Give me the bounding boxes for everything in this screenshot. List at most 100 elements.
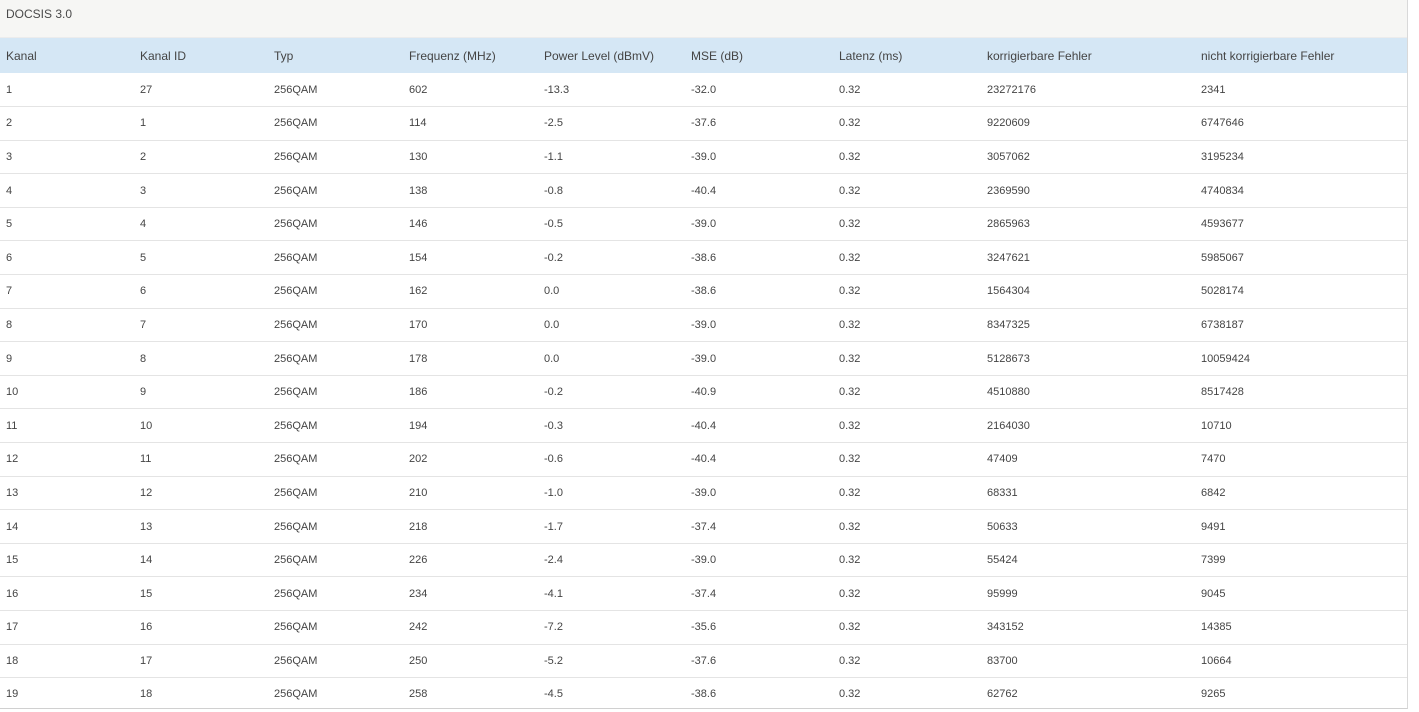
cell-power-level: -0.2: [544, 386, 563, 399]
cell-korrigierbare-fehler: 4510880: [987, 386, 1030, 399]
table-row: 10 9 256QAM 186 -0.2 -40.9 0.32 4510880 8517428: [0, 375, 1407, 409]
cell-kanal: 3: [6, 150, 13, 163]
cell-typ: 256QAM: [274, 251, 318, 264]
cell-korrigierbare-fehler: 9220609: [987, 117, 1030, 130]
cell-mse: -40.4: [691, 184, 717, 197]
table-row: 7 6 256QAM 162 0.0 -38.6 0.32 1564304 5028174: [0, 275, 1407, 309]
cell-korrigierbare-fehler: 2164030: [987, 419, 1030, 432]
cell-korrigierbare-fehler: 68331: [987, 486, 1018, 499]
cell-power-level: -13.3: [544, 83, 570, 96]
cell-kanal-id: 14: [140, 554, 153, 567]
cell-kanal-id: 6: [140, 285, 147, 298]
cell-kanal: 17: [6, 621, 19, 634]
cell-typ: 256QAM: [274, 688, 318, 701]
cell-power-level: -2.5: [544, 117, 563, 130]
cell-typ: 256QAM: [274, 218, 318, 231]
table-row: 14 13 256QAM 218 -1.7 -37.4 0.32 50633 9491: [0, 510, 1407, 544]
cell-nicht-korrigierbare-fehler: 9045: [1201, 587, 1226, 600]
cell-latenz: 0.32: [839, 83, 861, 96]
cell-mse: -32.0: [691, 83, 717, 96]
cell-power-level: -0.8: [544, 184, 563, 197]
cell-kanal-id: 2: [140, 150, 147, 163]
cell-kanal: 18: [6, 654, 19, 667]
cell-kanal: 8: [6, 318, 13, 331]
cell-nicht-korrigierbare-fehler: 6747646: [1201, 117, 1244, 130]
cell-typ: 256QAM: [274, 150, 318, 163]
cell-power-level: -7.2: [544, 621, 563, 634]
table-row: 12 11 256QAM 202 -0.6 -40.4 0.32 47409 7470: [0, 443, 1407, 477]
cell-typ: 256QAM: [274, 453, 318, 466]
cell-mse: -35.6: [691, 621, 717, 634]
cell-typ: 256QAM: [274, 184, 318, 197]
table-row: 19 18 256QAM 258 -4.5 -38.6 0.32 62762 9265: [0, 678, 1407, 708]
cell-nicht-korrigierbare-fehler: 10059424: [1201, 352, 1250, 365]
cell-typ: 256QAM: [274, 419, 318, 432]
cell-korrigierbare-fehler: 1564304: [987, 285, 1030, 298]
cell-korrigierbare-fehler: 23272176: [987, 83, 1036, 96]
cell-power-level: -1.0: [544, 486, 563, 499]
table-row: 17 16 256QAM 242 -7.2 -35.6 0.32 343152 14385: [0, 611, 1407, 645]
table-row: 9 8 256QAM 178 0.0 -39.0 0.32 5128673 10059424: [0, 342, 1407, 376]
cell-latenz: 0.32: [839, 352, 861, 365]
cell-korrigierbare-fehler: 83700: [987, 654, 1018, 667]
cell-power-level: -1.7: [544, 520, 563, 533]
cell-kanal: 6: [6, 251, 13, 264]
cell-kanal: 4: [6, 184, 13, 197]
cell-latenz: 0.32: [839, 520, 861, 533]
cell-korrigierbare-fehler: 55424: [987, 554, 1018, 567]
cell-power-level: -5.2: [544, 654, 563, 667]
cell-kanal-id: 7: [140, 318, 147, 331]
cell-korrigierbare-fehler: 50633: [987, 520, 1018, 533]
cell-frequenz: 162: [409, 285, 428, 298]
cell-korrigierbare-fehler: 343152: [987, 621, 1024, 634]
table-row: 11 10 256QAM 194 -0.3 -40.4 0.32 2164030 10710: [0, 409, 1407, 443]
cell-korrigierbare-fehler: 8347325: [987, 318, 1030, 331]
cell-kanal: 1: [6, 83, 13, 96]
cell-frequenz: 138: [409, 184, 428, 197]
cell-mse: -38.6: [691, 285, 717, 298]
cell-mse: -39.0: [691, 150, 717, 163]
cell-power-level: 0.0: [544, 285, 560, 298]
cell-typ: 256QAM: [274, 83, 318, 96]
cell-kanal: 16: [6, 587, 19, 600]
cell-kanal: 7: [6, 285, 13, 298]
cell-frequenz: 258: [409, 688, 428, 701]
table-row: 1 27 256QAM 602 -13.3 -32.0 0.32 23272176 2341: [0, 73, 1407, 107]
cell-frequenz: 218: [409, 520, 428, 533]
column-header-power-level: Power Level (dBmV): [544, 48, 655, 63]
cell-kanal: 2: [6, 117, 13, 130]
cell-frequenz: 194: [409, 419, 428, 432]
cell-kanal-id: 1: [140, 117, 147, 130]
cell-frequenz: 114: [409, 117, 427, 130]
cell-kanal-id: 4: [140, 218, 147, 231]
cell-frequenz: 202: [409, 453, 428, 466]
cell-kanal: 10: [6, 386, 19, 399]
cell-typ: 256QAM: [274, 520, 318, 533]
cell-nicht-korrigierbare-fehler: 7399: [1201, 554, 1226, 567]
cell-nicht-korrigierbare-fehler: 10710: [1201, 419, 1232, 432]
cell-kanal: 12: [6, 453, 19, 466]
section-title: DOCSIS 3.0: [6, 7, 73, 21]
cell-latenz: 0.32: [839, 150, 861, 163]
cell-typ: 256QAM: [274, 117, 318, 130]
cell-latenz: 0.32: [839, 117, 861, 130]
cell-latenz: 0.32: [839, 285, 861, 298]
cell-frequenz: 242: [409, 621, 428, 634]
column-header-kanal-id: Kanal ID: [140, 48, 187, 63]
cell-frequenz: 146: [409, 218, 428, 231]
cell-power-level: -0.2: [544, 251, 563, 264]
cell-kanal-id: 17: [140, 654, 153, 667]
cell-nicht-korrigierbare-fehler: 7470: [1201, 453, 1226, 466]
cell-kanal-id: 13: [140, 520, 153, 533]
cell-power-level: -4.5: [544, 688, 563, 701]
table-row: 2 1 256QAM 114 -2.5 -37.6 0.32 9220609 6747646: [0, 107, 1407, 141]
table-row: 15 14 256QAM 226 -2.4 -39.0 0.32 55424 7399: [0, 543, 1407, 577]
cell-kanal-id: 5: [140, 251, 147, 264]
cell-power-level: 0.0: [544, 352, 560, 365]
cell-nicht-korrigierbare-fehler: 4740834: [1201, 184, 1244, 197]
cell-kanal-id: 18: [140, 688, 153, 701]
cell-nicht-korrigierbare-fehler: 8517428: [1201, 386, 1244, 399]
cell-mse: -39.0: [691, 352, 717, 365]
cell-nicht-korrigierbare-fehler: 6738187: [1201, 318, 1244, 331]
cell-latenz: 0.32: [839, 688, 861, 701]
